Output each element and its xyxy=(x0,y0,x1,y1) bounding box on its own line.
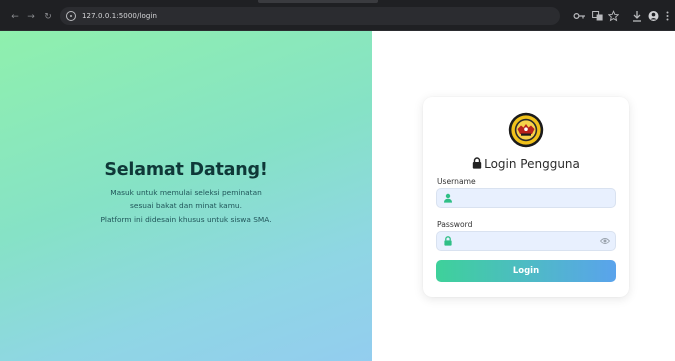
username-label: Username xyxy=(437,177,476,186)
password-field-wrapper xyxy=(436,231,616,251)
password-manager-icon[interactable] xyxy=(573,10,586,22)
welcome-panel: Selamat Datang! Masuk untuk memulai sele… xyxy=(0,31,372,361)
show-password-eye-icon[interactable] xyxy=(600,237,610,245)
login-button[interactable]: Login xyxy=(436,260,616,282)
active-tab-indicator xyxy=(258,0,378,3)
user-icon xyxy=(444,193,452,203)
lock-icon xyxy=(472,157,482,169)
login-card: Login Pengguna Username Password Login xyxy=(423,97,629,297)
username-input[interactable] xyxy=(457,189,597,207)
back-button[interactable]: ← xyxy=(9,11,21,23)
browser-toolbar: ← → ↻ 127.0.0.1:5000/login xyxy=(0,0,675,31)
password-input[interactable] xyxy=(457,232,597,250)
address-bar[interactable]: 127.0.0.1:5000/login xyxy=(60,7,560,25)
download-icon[interactable] xyxy=(632,10,642,22)
profile-icon[interactable] xyxy=(648,10,659,22)
address-bar-url: 127.0.0.1:5000/login xyxy=(82,12,157,20)
welcome-text-line-2: sesuai bakat dan minat kamu. xyxy=(130,201,242,210)
site-info-icon[interactable] xyxy=(66,11,76,21)
bookmark-star-icon[interactable] xyxy=(608,10,619,22)
welcome-title: Selamat Datang! xyxy=(104,160,268,180)
more-menu-icon[interactable] xyxy=(665,10,670,22)
translate-icon[interactable] xyxy=(592,10,603,22)
forward-button[interactable]: → xyxy=(25,11,37,23)
username-field-wrapper xyxy=(436,188,616,208)
welcome-text-line-3: Platform ini didesain khusus untuk siswa… xyxy=(100,215,272,224)
password-lock-icon xyxy=(444,236,452,246)
login-title-row: Login Pengguna xyxy=(423,156,629,172)
welcome-text-line-1: Masuk untuk memulai seleksi peminatan xyxy=(110,188,262,197)
school-logo-icon xyxy=(508,112,544,148)
login-title: Login Pengguna xyxy=(484,157,580,171)
reload-button[interactable]: ↻ xyxy=(42,11,54,23)
password-label: Password xyxy=(437,220,473,229)
